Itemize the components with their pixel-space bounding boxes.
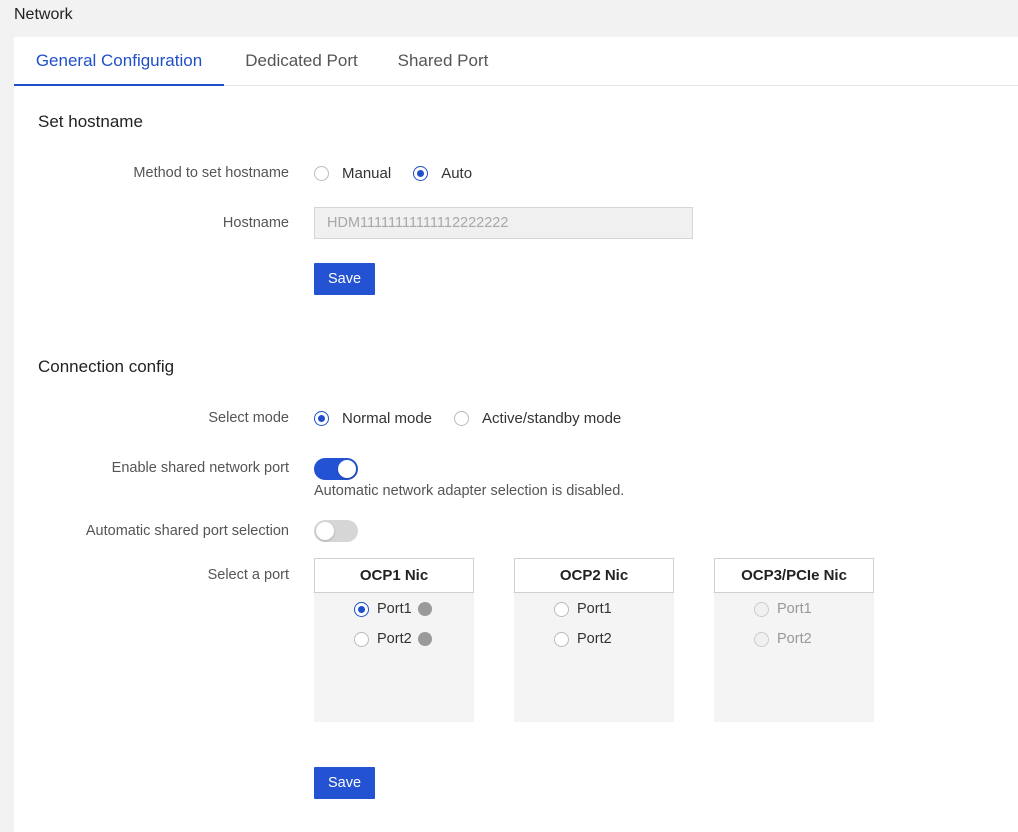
tab-general-configuration[interactable]: General Configuration xyxy=(14,37,224,86)
radio-ocp3-port2 xyxy=(754,631,769,647)
port-option-ocp1-port2[interactable]: Port2 xyxy=(354,631,432,647)
section-title-set-hostname: Set hostname xyxy=(38,112,143,131)
radio-option-normal-mode[interactable]: Normal mode xyxy=(314,410,432,427)
port-option-ocp2-port2[interactable]: Port2 xyxy=(554,631,612,647)
port-label: Port2 xyxy=(577,631,612,647)
mode-radio-group: Normal mode Active/standby mode xyxy=(314,410,643,427)
radio-option-manual[interactable]: Manual xyxy=(314,165,391,182)
page-title: Network xyxy=(14,6,73,23)
radio-normal-mode[interactable] xyxy=(314,411,329,426)
save-hostname-button[interactable]: Save xyxy=(314,263,375,295)
radio-ocp2-port1[interactable] xyxy=(554,601,569,617)
radio-manual[interactable] xyxy=(314,166,329,181)
nic-card-ocp1: OCP1 Nic Port1 Port2 xyxy=(314,558,474,722)
radio-ocp1-port2[interactable] xyxy=(354,631,369,647)
radio-label-manual: Manual xyxy=(342,165,392,182)
radio-auto[interactable] xyxy=(413,166,429,181)
nic-header: OCP3/PCIe Nic xyxy=(714,558,874,593)
toggle-knob xyxy=(338,460,356,478)
radio-label-normal-mode: Normal mode xyxy=(342,410,433,427)
port-option-ocp1-port1[interactable]: Port1 xyxy=(354,601,432,617)
nic-header: OCP2 Nic xyxy=(514,558,674,593)
shared-port-label: Enable shared network port xyxy=(111,460,289,476)
radio-ocp2-port2[interactable] xyxy=(554,631,569,647)
radio-label-auto: Auto xyxy=(441,165,473,182)
hostname-input[interactable] xyxy=(314,207,693,239)
hostname-method-radio-group: Manual Auto xyxy=(314,165,494,182)
radio-ocp3-port1 xyxy=(754,601,769,617)
network-panel: General Configuration Dedicated Port Sha… xyxy=(14,37,1018,832)
port-option-ocp2-port1[interactable]: Port1 xyxy=(554,601,612,617)
radio-option-active-standby-mode[interactable]: Active/standby mode xyxy=(454,410,621,427)
select-port-label: Select a port xyxy=(207,567,289,583)
port-label: Port2 xyxy=(377,631,412,647)
radio-option-auto[interactable]: Auto xyxy=(413,165,472,182)
tab-dedicated-port[interactable]: Dedicated Port xyxy=(224,37,379,86)
tab-bar: General Configuration Dedicated Port Sha… xyxy=(14,37,1018,86)
hostname-label: Hostname xyxy=(222,215,289,231)
tab-shared-port[interactable]: Shared Port xyxy=(379,37,507,86)
port-option-ocp3-port1: Port1 xyxy=(754,601,812,617)
radio-active-standby-mode[interactable] xyxy=(454,411,470,426)
save-connection-button[interactable]: Save xyxy=(314,767,375,799)
radio-label-active-standby-mode: Active/standby mode xyxy=(482,410,622,427)
port-label: Port1 xyxy=(377,601,412,617)
port-status-dot xyxy=(417,632,432,646)
radio-ocp1-port1[interactable] xyxy=(354,601,369,617)
auto-select-toggle[interactable] xyxy=(314,520,358,542)
nic-header: OCP1 Nic xyxy=(314,558,474,593)
shared-port-toggle[interactable] xyxy=(314,458,358,480)
port-label: Port1 xyxy=(577,601,612,617)
port-label: Port1 xyxy=(777,601,812,617)
port-status-dot xyxy=(417,602,432,616)
section-title-connection-config: Connection config xyxy=(38,357,175,376)
toggle-knob xyxy=(316,522,334,540)
port-label: Port2 xyxy=(777,631,812,647)
nic-card-ocp2: OCP2 Nic Port1 Port2 xyxy=(514,558,674,722)
port-option-ocp3-port2: Port2 xyxy=(754,631,812,647)
select-mode-label: Select mode xyxy=(208,410,289,426)
shared-port-hint: Automatic network adapter selection is d… xyxy=(314,483,625,499)
method-label: Method to set hostname xyxy=(133,165,289,181)
nic-card-ocp3-pcie: OCP3/PCIe Nic Port1 Port2 xyxy=(714,558,874,722)
auto-select-label: Automatic shared port selection xyxy=(85,523,289,539)
